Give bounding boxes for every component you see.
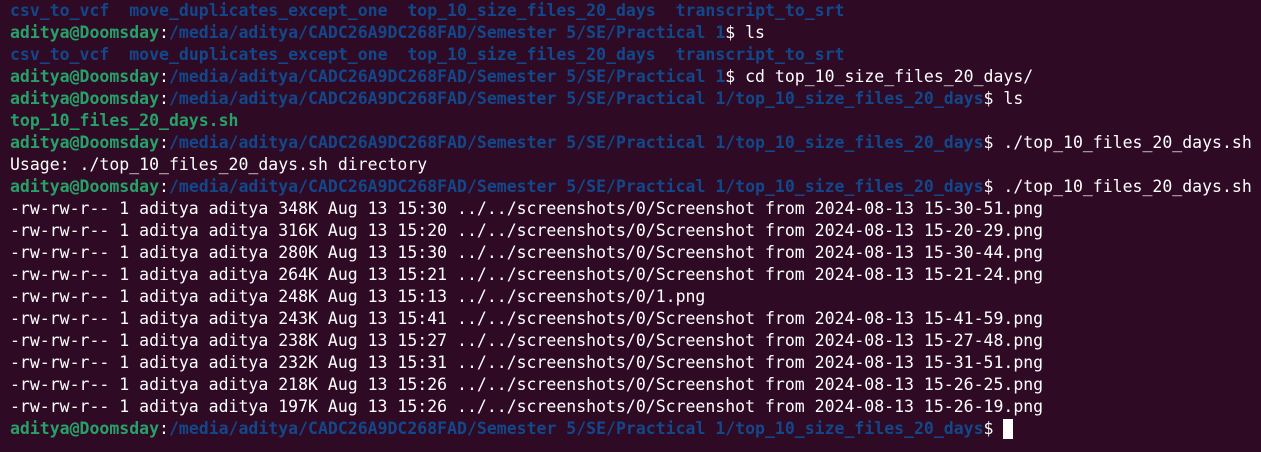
executable-file-entry: top_10_files_20_days.sh — [10, 111, 239, 130]
prompt-separator: : — [159, 23, 169, 42]
command-output-line: Usage: ./top_10_files_20_days.sh directo… — [10, 154, 1261, 176]
prompt-user: aditya@Doomsday — [10, 89, 160, 108]
command-output-line: -rw-rw-r-- 1 aditya aditya 238K Aug 13 1… — [10, 330, 1261, 352]
directory-entry: csv_to_vcf — [10, 1, 110, 20]
prompt-path: /media/aditya/CADC26A9DC268FAD/Semester … — [168, 67, 726, 86]
ls-output-line: csv_to_vcf move_duplicates_except_one to… — [10, 0, 1261, 22]
output-text: -rw-rw-r-- 1 aditya aditya 348K Aug 13 1… — [10, 199, 1044, 218]
prompt-line: aditya@Doomsday:/media/aditya/CADC26A9DC… — [10, 176, 1261, 198]
command-text: ls — [1003, 89, 1024, 108]
command-output-line: -rw-rw-r-- 1 aditya aditya 218K Aug 13 1… — [10, 374, 1261, 396]
command-output-line: -rw-rw-r-- 1 aditya aditya 232K Aug 13 1… — [10, 352, 1261, 374]
terminal-window[interactable]: csv_to_vcf move_duplicates_except_one to… — [10, 0, 1261, 452]
prompt-path: /media/aditya/CADC26A9DC268FAD/Semester … — [168, 133, 984, 152]
prompt-separator: : — [159, 67, 169, 86]
prompt-symbol: $ — [725, 23, 746, 42]
directory-entry: transcript_to_srt — [675, 1, 845, 20]
prompt-separator: : — [159, 419, 169, 438]
output-text: -rw-rw-r-- 1 aditya aditya 248K Aug 13 1… — [10, 287, 706, 306]
prompt-separator: : — [159, 177, 169, 196]
text-cursor[interactable] — [1003, 419, 1014, 439]
output-text: -rw-rw-r-- 1 aditya aditya 316K Aug 13 1… — [10, 221, 1044, 240]
ls-output-line: top_10_files_20_days.sh — [10, 110, 1261, 132]
output-text: -rw-rw-r-- 1 aditya aditya 218K Aug 13 1… — [10, 375, 1044, 394]
active-prompt-line: aditya@Doomsday:/media/aditya/CADC26A9DC… — [10, 418, 1261, 440]
prompt-path: /media/aditya/CADC26A9DC268FAD/Semester … — [168, 177, 984, 196]
command-text: ./top_10_files_20_days.sh — [1003, 133, 1252, 152]
prompt-symbol: $ — [983, 419, 1004, 438]
prompt-user: aditya@Doomsday — [10, 133, 160, 152]
command-output-line: -rw-rw-r-- 1 aditya aditya 280K Aug 13 1… — [10, 242, 1261, 264]
prompt-path: /media/aditya/CADC26A9DC268FAD/Semester … — [168, 89, 984, 108]
directory-entry: move_duplicates_except_one — [129, 1, 388, 20]
prompt-line: aditya@Doomsday:/media/aditya/CADC26A9DC… — [10, 132, 1261, 154]
output-text: -rw-rw-r-- 1 aditya aditya 280K Aug 13 1… — [10, 243, 1044, 262]
command-text: ls — [745, 23, 765, 42]
command-text: cd top_10_size_files_20_days/ — [745, 67, 1034, 86]
output-text: -rw-rw-r-- 1 aditya aditya 264K Aug 13 1… — [10, 265, 1044, 284]
prompt-line: aditya@Doomsday:/media/aditya/CADC26A9DC… — [10, 88, 1261, 110]
directory-entry: csv_to_vcf — [10, 45, 110, 64]
prompt-user: aditya@Doomsday — [10, 419, 160, 438]
prompt-symbol: $ — [983, 89, 1004, 108]
command-output-line: -rw-rw-r-- 1 aditya aditya 348K Aug 13 1… — [10, 198, 1261, 220]
output-text: -rw-rw-r-- 1 aditya aditya 232K Aug 13 1… — [10, 353, 1044, 372]
prompt-separator: : — [159, 133, 169, 152]
prompt-symbol: $ — [983, 133, 1004, 152]
command-output-line: -rw-rw-r-- 1 aditya aditya 316K Aug 13 1… — [10, 220, 1261, 242]
prompt-separator: : — [159, 89, 169, 108]
ls-output-line: csv_to_vcf move_duplicates_except_one to… — [10, 44, 1261, 66]
command-text: ./top_10_files_20_days.sh ../../screensh… — [1003, 177, 1252, 196]
prompt-user: aditya@Doomsday — [10, 67, 160, 86]
prompt-symbol: $ — [725, 67, 746, 86]
prompt-path: /media/aditya/CADC26A9DC268FAD/Semester … — [168, 23, 726, 42]
output-text: -rw-rw-r-- 1 aditya aditya 238K Aug 13 1… — [10, 331, 1044, 350]
prompt-user: aditya@Doomsday — [10, 177, 160, 196]
directory-entry: move_duplicates_except_one — [129, 45, 388, 64]
command-output-line: -rw-rw-r-- 1 aditya aditya 264K Aug 13 1… — [10, 264, 1261, 286]
command-output-line: -rw-rw-r-- 1 aditya aditya 248K Aug 13 1… — [10, 286, 1261, 308]
prompt-line: aditya@Doomsday:/media/aditya/CADC26A9DC… — [10, 22, 1261, 44]
prompt-user: aditya@Doomsday — [10, 23, 160, 42]
output-text: Usage: ./top_10_files_20_days.sh directo… — [10, 155, 428, 174]
command-output-line: -rw-rw-r-- 1 aditya aditya 197K Aug 13 1… — [10, 396, 1261, 418]
prompt-symbol: $ — [983, 177, 1004, 196]
directory-entry: top_10_size_files_20_days — [407, 1, 656, 20]
prompt-line: aditya@Doomsday:/media/aditya/CADC26A9DC… — [10, 66, 1261, 88]
output-text: -rw-rw-r-- 1 aditya aditya 243K Aug 13 1… — [10, 309, 1044, 328]
directory-entry: transcript_to_srt — [675, 45, 845, 64]
directory-entry: top_10_size_files_20_days — [407, 45, 656, 64]
command-output-line: -rw-rw-r-- 1 aditya aditya 243K Aug 13 1… — [10, 308, 1261, 330]
prompt-path: /media/aditya/CADC26A9DC268FAD/Semester … — [168, 419, 984, 438]
output-text: -rw-rw-r-- 1 aditya aditya 197K Aug 13 1… — [10, 397, 1044, 416]
